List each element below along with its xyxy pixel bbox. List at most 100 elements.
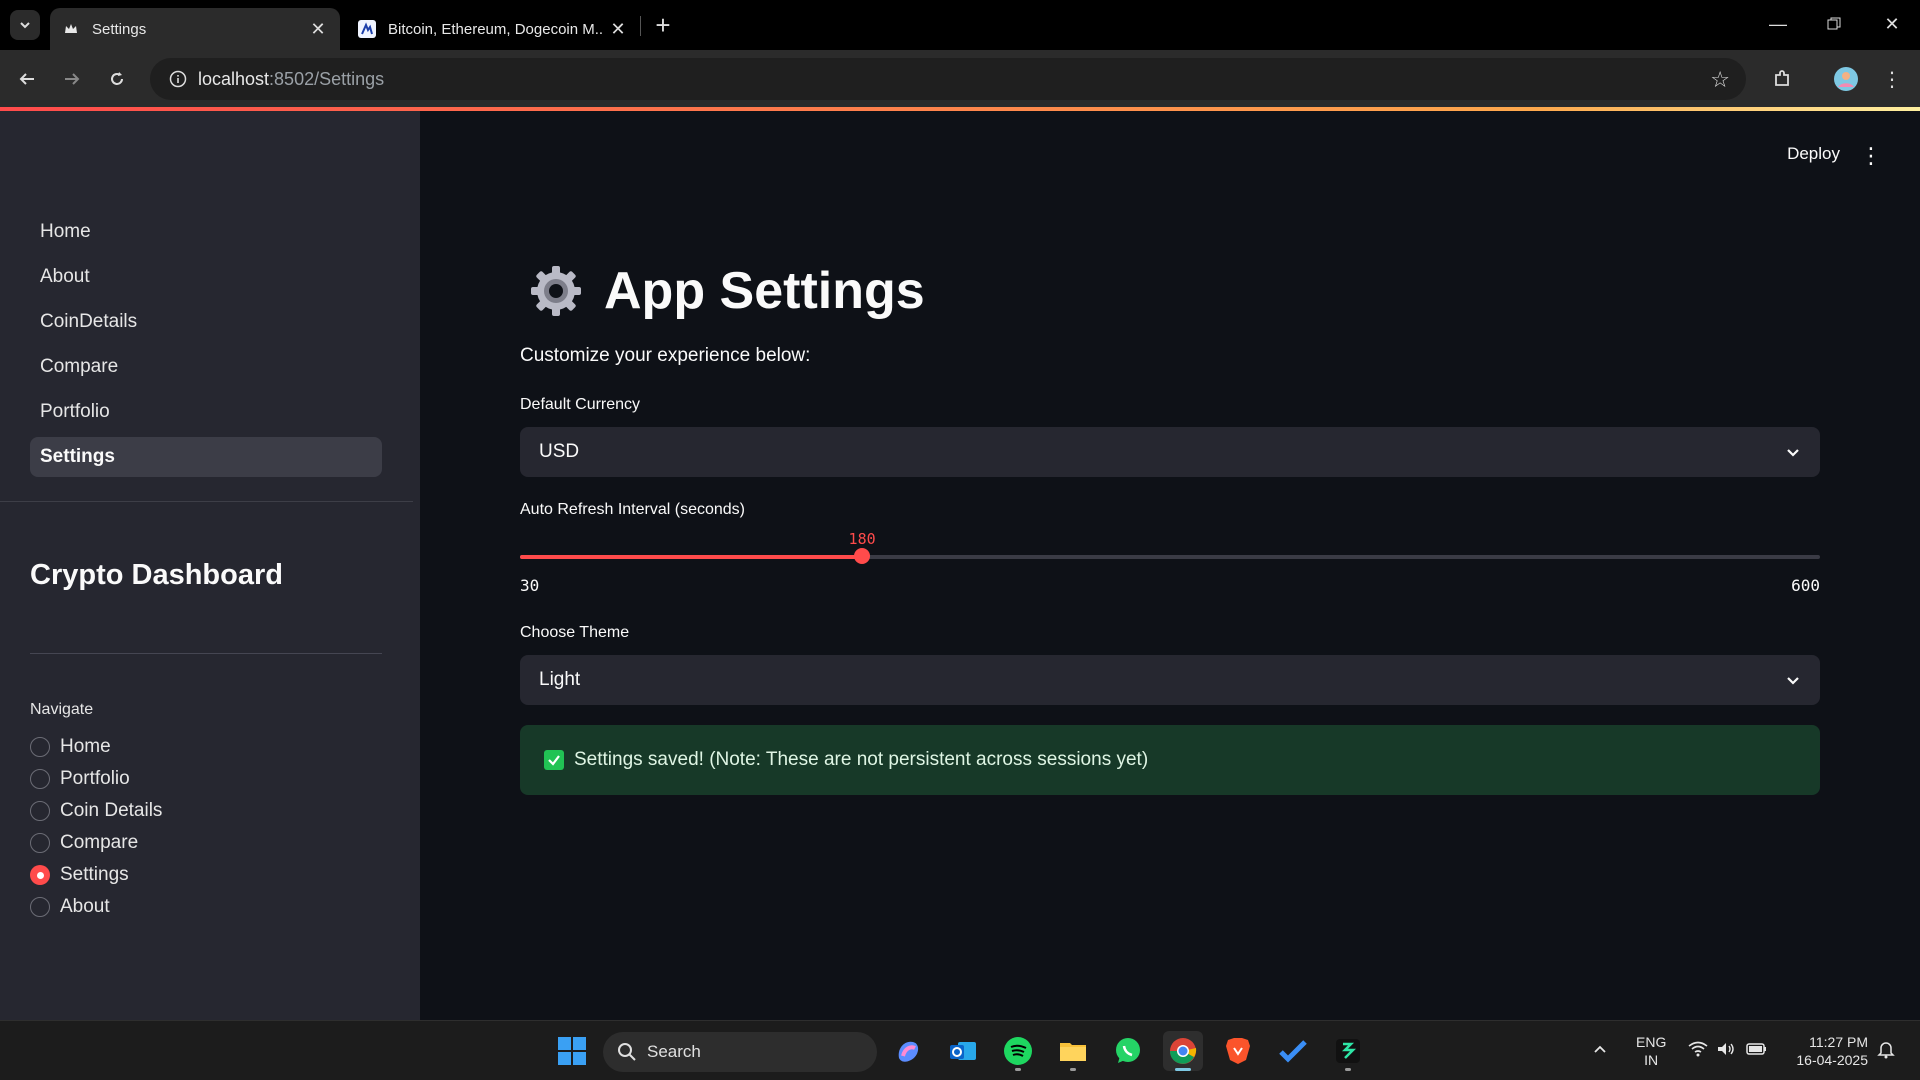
profile-avatar[interactable] xyxy=(1830,63,1862,95)
search-label: Search xyxy=(647,1042,701,1061)
clock-time: 11:27 PM xyxy=(1809,1034,1868,1050)
arrow-right-icon xyxy=(65,73,80,85)
sidebar-hr xyxy=(30,653,382,654)
todo-icon[interactable] xyxy=(1273,1031,1313,1071)
file-explorer-icon[interactable] xyxy=(1053,1031,1093,1071)
close-tab-icon[interactable]: ✕ xyxy=(604,15,632,43)
clock[interactable]: 11:27 PM 16-04-2025 xyxy=(1784,1033,1868,1069)
deploy-button[interactable]: Deploy xyxy=(1787,144,1840,164)
page-subtitle: Customize your experience below: xyxy=(520,345,811,366)
reload-button[interactable] xyxy=(99,61,135,97)
radio-portfolio[interactable]: Portfolio xyxy=(30,766,130,792)
theme-label: Choose Theme xyxy=(520,624,630,641)
sidebar: Home About CoinDetails Compare Portfolio… xyxy=(0,111,420,1020)
radio-circle xyxy=(30,769,50,789)
sidebar-page-about[interactable]: About xyxy=(30,257,382,297)
refresh-label: Auto Refresh Interval (seconds) xyxy=(520,501,745,518)
address-bar[interactable]: localhost:8502/Settings ☆ xyxy=(150,58,1746,100)
sidebar-page-coindetails[interactable]: CoinDetails xyxy=(30,302,382,342)
sidebar-page-home[interactable]: Home xyxy=(30,212,382,252)
arrow-left-icon xyxy=(19,73,34,85)
restore-icon xyxy=(1827,17,1841,30)
gear-icon xyxy=(531,266,581,316)
main-menu-icon[interactable]: ⋮ xyxy=(1860,143,1882,169)
sidebar-divider xyxy=(0,501,413,502)
active-indicator xyxy=(1175,1068,1191,1071)
chevron-down-icon xyxy=(20,22,30,29)
page-title: App Settings xyxy=(528,261,925,321)
radio-about[interactable]: About xyxy=(30,894,110,920)
success-message: Settings saved! (Note: These are not per… xyxy=(574,749,1149,770)
forward-button[interactable] xyxy=(54,61,90,97)
tab-title: Bitcoin, Ethereum, Dogecoin M... xyxy=(388,20,604,38)
radio-home[interactable]: Home xyxy=(30,734,111,760)
outlook-icon[interactable] xyxy=(943,1031,983,1071)
running-indicator xyxy=(1015,1068,1021,1071)
radio-circle xyxy=(30,737,50,757)
terminal-app-icon[interactable] xyxy=(1328,1031,1368,1071)
currency-select[interactable]: USD xyxy=(520,427,1820,477)
windows-taskbar: Search ENG IN 11:27 PM 16-04-2025 xyxy=(0,1020,1920,1080)
browser-menu-icon[interactable]: ⋮ xyxy=(1876,63,1908,95)
extensions-icon[interactable] xyxy=(1766,63,1798,95)
bookmark-star-icon[interactable]: ☆ xyxy=(1710,67,1730,93)
volume-icon[interactable] xyxy=(1716,1041,1736,1060)
language-primary: ENG xyxy=(1636,1034,1667,1050)
radio-label: Coin Details xyxy=(60,800,163,821)
slider-min-label: 30 xyxy=(520,576,540,595)
wifi-icon[interactable] xyxy=(1688,1041,1708,1060)
copilot-icon[interactable] xyxy=(888,1031,928,1071)
radio-compare[interactable]: Compare xyxy=(30,830,138,856)
running-indicator xyxy=(1070,1068,1076,1071)
whatsapp-icon[interactable] xyxy=(1108,1031,1148,1071)
browser-tab-coinmarket[interactable]: Bitcoin, Ethereum, Dogecoin M... ✕ xyxy=(350,8,640,50)
browser-tab-settings[interactable]: Settings ✕ xyxy=(50,8,340,50)
sidebar-page-settings[interactable]: Settings xyxy=(30,437,382,477)
windows-start-icon[interactable] xyxy=(552,1031,592,1071)
language-indicator[interactable]: ENG IN xyxy=(1636,1033,1666,1069)
refresh-slider[interactable]: 180 xyxy=(520,530,1820,564)
slider-thumb[interactable] xyxy=(854,548,871,564)
back-button[interactable] xyxy=(9,61,45,97)
search-icon xyxy=(618,1043,636,1061)
streamlit-crown-icon xyxy=(62,20,80,38)
radio-label: Compare xyxy=(60,832,139,853)
coinmarketcap-icon xyxy=(358,20,376,38)
new-tab-button[interactable]: + xyxy=(648,10,678,40)
currency-value: USD xyxy=(539,441,580,462)
running-indicator xyxy=(1345,1068,1351,1071)
radio-settings[interactable]: Settings xyxy=(30,862,129,888)
restore-button[interactable] xyxy=(1806,0,1862,48)
radio-coin-details[interactable]: Coin Details xyxy=(30,798,162,824)
success-alert: Settings saved! (Note: These are not per… xyxy=(520,725,1820,795)
minimize-button[interactable]: — xyxy=(1750,0,1806,48)
battery-icon[interactable] xyxy=(1746,1041,1768,1060)
chrome-icon[interactable] xyxy=(1163,1031,1203,1071)
notification-bell-icon[interactable] xyxy=(1876,1039,1896,1062)
brave-icon[interactable] xyxy=(1218,1031,1258,1071)
checkmark-icon xyxy=(544,750,564,770)
theme-select[interactable]: Light xyxy=(520,655,1820,705)
browser-tab-bar: Settings ✕ Bitcoin, Ethereum, Dogecoin M… xyxy=(0,0,1920,50)
chevron-up-icon[interactable] xyxy=(1592,1041,1608,1060)
radio-label: About xyxy=(60,896,110,917)
theme-value: Light xyxy=(539,669,581,690)
taskbar-search[interactable]: Search xyxy=(603,1032,877,1072)
sidebar-title: Crypto Dashboard xyxy=(30,559,283,591)
sidebar-page-compare[interactable]: Compare xyxy=(30,347,382,387)
browser-toolbar: localhost:8502/Settings ☆ ⋮ xyxy=(0,50,1920,140)
tab-search-button[interactable] xyxy=(10,10,40,40)
reload-icon xyxy=(111,72,123,85)
currency-label: Default Currency xyxy=(520,396,641,413)
slider-max-label: 600 xyxy=(1791,576,1820,595)
page-heading: App Settings xyxy=(604,262,925,320)
close-window-button[interactable]: ✕ xyxy=(1864,0,1920,48)
sidebar-page-portfolio[interactable]: Portfolio xyxy=(30,392,382,432)
tab-separator xyxy=(640,16,641,36)
spotify-icon[interactable] xyxy=(998,1031,1038,1071)
chevron-down-icon xyxy=(1787,677,1799,685)
radio-label: Home xyxy=(60,736,111,757)
slider-value: 180 xyxy=(848,530,876,548)
site-info-icon[interactable] xyxy=(158,70,198,88)
close-tab-icon[interactable]: ✕ xyxy=(304,15,332,43)
